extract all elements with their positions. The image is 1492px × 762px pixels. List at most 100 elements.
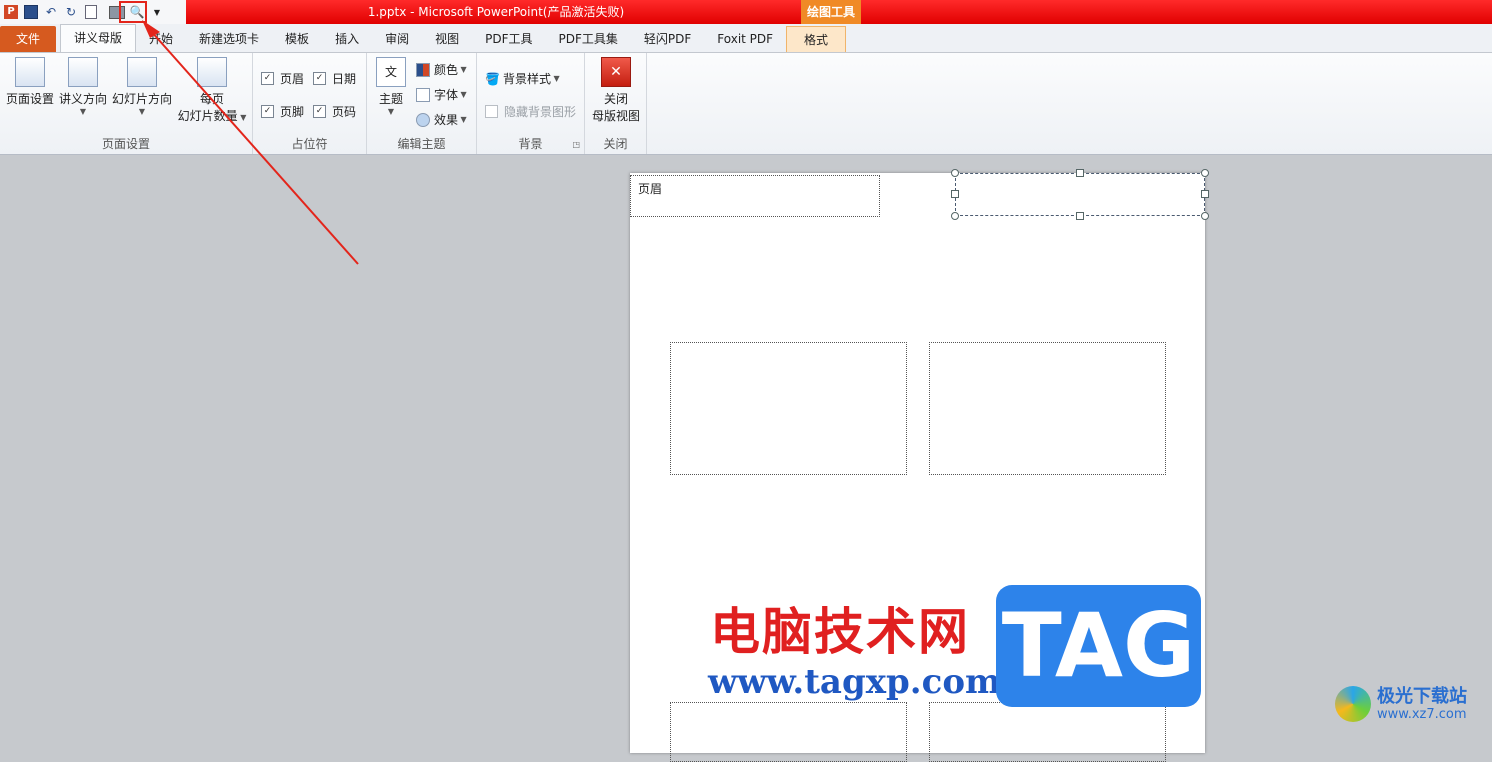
window-title: 1.pptx - Microsoft PowerPoint(产品激活失败) <box>367 5 625 19</box>
resize-handle[interactable] <box>1201 212 1209 220</box>
save-icon[interactable] <box>22 2 40 22</box>
slide-placeholder-1[interactable] <box>670 342 907 475</box>
slide-orientation-icon <box>127 57 157 87</box>
colors-dropdown[interactable]: 颜色 ▼ <box>416 61 467 78</box>
tab-home[interactable]: 开始 <box>136 26 186 52</box>
tab-handout-master[interactable]: 讲义母版 <box>60 24 137 52</box>
check-icon: ✓ <box>313 72 326 85</box>
site-name: 极光下载站 <box>1377 685 1467 707</box>
date-placeholder-selected[interactable] <box>955 173 1205 216</box>
effects-dropdown[interactable]: 效果 ▼ <box>416 111 467 128</box>
contextual-tab-group-label: 绘图工具 <box>801 0 861 24</box>
resize-handle[interactable] <box>1076 212 1084 220</box>
slides-per-page-label-2: 幻灯片数量 <box>177 109 238 123</box>
page-setup-button[interactable]: 页面设置 <box>4 57 56 107</box>
site-logo-icon <box>1335 686 1371 722</box>
tab-insert[interactable]: 插入 <box>322 26 372 52</box>
tab-pdf-toolset[interactable]: PDF工具集 <box>546 26 631 52</box>
dialog-launcher-icon[interactable]: ◳ <box>572 140 580 149</box>
page-number-checkbox[interactable]: ✓ 页码 <box>313 103 356 120</box>
tab-pdf-tools[interactable]: PDF工具 <box>472 26 545 52</box>
resize-handle[interactable] <box>951 169 959 177</box>
resize-handle[interactable] <box>951 190 959 198</box>
chevron-down-icon: ▼ <box>387 107 395 116</box>
new-slide-icon[interactable] <box>82 2 100 22</box>
slide-orientation-button[interactable]: 幻灯片方向 ▼ <box>111 57 173 116</box>
tab-review[interactable]: 审阅 <box>372 26 422 52</box>
slide-orientation-label: 幻灯片方向 <box>111 92 172 106</box>
tab-view[interactable]: 视图 <box>422 26 472 52</box>
tab-new-tab[interactable]: 新建选项卡 <box>186 26 272 52</box>
page-setup-label: 页面设置 <box>5 92 54 106</box>
paint-bucket-icon: 🪣 <box>485 71 500 86</box>
tab-foxit-pdf[interactable]: Foxit PDF <box>704 26 786 52</box>
watermark-text: 电脑技术网 <box>710 603 970 661</box>
undo-icon[interactable]: ↶ <box>42 2 60 22</box>
redo-icon[interactable]: ↻ <box>62 2 80 22</box>
footer-checkbox-label: 页脚 <box>280 105 305 119</box>
header-placeholder[interactable]: 页眉 <box>630 175 880 217</box>
site-url: www.xz7.com <box>1377 706 1467 722</box>
theme-label: 主题 <box>378 92 403 106</box>
tab-format[interactable]: 格式 <box>786 26 847 52</box>
quick-access-toolbar: P ↶ ↻ 🔍 ▼ <box>0 0 186 24</box>
resize-handle[interactable] <box>1201 190 1209 198</box>
chevron-down-icon: ▼ <box>458 115 467 124</box>
resize-handle[interactable] <box>1076 169 1084 177</box>
tab-templates[interactable]: 模板 <box>272 26 322 52</box>
group-label-close: 关闭 <box>603 137 628 151</box>
customize-qat-icon[interactable]: ▼ <box>148 2 166 22</box>
fonts-dropdown[interactable]: 字体 ▼ <box>416 86 467 103</box>
chevron-down-icon: ▼ <box>79 107 87 116</box>
watermark-tag-logo: TAG <box>996 585 1201 707</box>
fonts-label: 字体 <box>434 88 459 102</box>
title-bar: P ↶ ↻ 🔍 ▼ 1.pptx - Microsoft PowerPoint(… <box>0 0 1492 24</box>
page-setup-icon <box>15 57 45 87</box>
hide-background-graphics-checkbox[interactable]: 隐藏背景图形 <box>485 103 576 120</box>
hide-background-graphics-label: 隐藏背景图形 <box>504 105 577 119</box>
handout-orientation-icon <box>68 57 98 87</box>
theme-button[interactable]: 文 主题 ▼ <box>373 57 409 116</box>
watermark-site-logo: 极光下载站 www.xz7.com <box>1335 686 1467 722</box>
tab-file[interactable]: 文件 <box>0 26 56 52</box>
date-checkbox[interactable]: ✓ 日期 <box>313 70 356 87</box>
chevron-down-icon: ▼ <box>237 113 247 122</box>
close-label-1: 关闭 <box>603 92 628 106</box>
chevron-down-icon: ▼ <box>458 65 467 74</box>
group-edit-theme: 文 主题 ▼ 颜色 ▼ 字体 ▼ 效果 ▼ 编辑主题 <box>367 53 477 154</box>
effects-icon <box>416 112 430 127</box>
footer-checkbox[interactable]: ✓ 页脚 <box>261 103 304 120</box>
check-icon: ✓ <box>313 105 326 118</box>
group-page-setup: 页面设置 讲义方向 ▼ 幻灯片方向 ▼ 每页 幻灯片数量 ▼ 页面设置 <box>0 53 253 154</box>
handout-orientation-button[interactable]: 讲义方向 ▼ <box>58 57 108 116</box>
date-checkbox-label: 日期 <box>332 72 357 86</box>
slide-placeholder-3[interactable] <box>670 702 907 762</box>
tab-qingshan-pdf[interactable]: 轻闪PDF <box>631 26 704 52</box>
check-icon: ✓ <box>261 72 274 85</box>
group-label-background: 背景 <box>518 137 543 151</box>
resize-handle[interactable] <box>1201 169 1209 177</box>
color-palette-icon <box>416 62 430 77</box>
background-styles-dropdown[interactable]: 🪣 背景样式 ▼ <box>485 70 560 87</box>
effects-label: 效果 <box>434 113 459 127</box>
header-checkbox[interactable]: ✓ 页眉 <box>261 70 304 87</box>
powerpoint-logo-icon[interactable]: P <box>2 2 20 22</box>
close-icon: ✕ <box>601 57 631 87</box>
header-checkbox-label: 页眉 <box>280 72 305 86</box>
watermark-url: www.tagxp.com <box>708 662 1001 702</box>
close-label-2: 母版视图 <box>591 109 640 123</box>
page-number-checkbox-label: 页码 <box>332 105 357 119</box>
group-label-edit-theme: 编辑主题 <box>397 137 446 151</box>
slides-per-page-button[interactable]: 每页 幻灯片数量 ▼ <box>176 57 248 124</box>
group-label-placeholders: 占位符 <box>291 137 328 151</box>
background-styles-label: 背景样式 <box>503 72 552 86</box>
close-master-view-button[interactable]: ✕ 关闭 母版视图 <box>589 57 643 124</box>
ribbon-tabs: 文件 讲义母版 开始 新建选项卡 模板 插入 审阅 视图 PDF工具 PDF工具… <box>0 24 1492 53</box>
chevron-down-icon: ▼ <box>458 90 467 99</box>
checkbox-empty-icon <box>485 105 498 118</box>
slides-per-page-label-1: 每页 <box>199 92 224 106</box>
group-label-page-setup: 页面设置 <box>101 137 150 151</box>
slide-placeholder-2[interactable] <box>929 342 1166 475</box>
resize-handle[interactable] <box>951 212 959 220</box>
slide-placeholder-4[interactable] <box>929 702 1166 762</box>
